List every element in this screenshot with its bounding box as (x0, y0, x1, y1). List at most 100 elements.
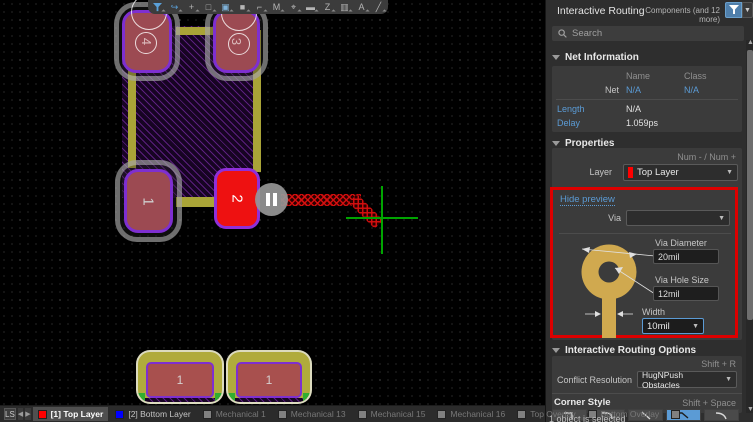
polygon-strip (142, 398, 222, 404)
component-pad-right[interactable]: 1 (226, 350, 312, 404)
room-icon[interactable]: ▥ (337, 1, 353, 14)
next-layer-button[interactable]: ▶ (25, 408, 30, 420)
pad-designator: 1 (266, 373, 273, 387)
filter-button[interactable] (725, 2, 742, 18)
column-header-name: Name (626, 71, 650, 81)
routing-pause-button[interactable] (255, 183, 288, 216)
collapse-icon (552, 141, 560, 146)
pad-designator: 2 (229, 194, 246, 202)
net-information-card: Name Class Net N/A N/A Length N/A Delay … (552, 66, 742, 132)
funnel-icon (729, 5, 739, 15)
conflict-resolution-label: Conflict Resolution (557, 375, 632, 385)
prev-layer-button[interactable]: ◀ (18, 408, 23, 420)
corner-style-arc-button[interactable] (704, 409, 739, 421)
scroll-up-icon[interactable]: ▲ (747, 39, 753, 46)
routing-options-header[interactable]: Interactive Routing Options (552, 345, 696, 356)
plane-icon[interactable]: ▬ (303, 1, 319, 14)
layer-color-swatch (628, 167, 633, 178)
trace-segment[interactable] (176, 197, 216, 207)
num-shortcut-hint: Num - / Num + (677, 152, 736, 162)
layer-value: Top Layer (637, 167, 679, 178)
tab-partial[interactable] (666, 407, 685, 421)
tab-mechanical-16[interactable]: Mechanical 16 (432, 407, 510, 421)
hide-preview-link[interactable]: Hide preview (560, 194, 615, 206)
trace-icon[interactable]: ⌐ (252, 1, 268, 14)
active-bar-toolbar: ↪ + □ ▣ ■ ⌐ M ⌖ ▬ Z ▥ A ╱ (148, 0, 388, 14)
net-name-value[interactable]: N/A (626, 85, 641, 95)
filter-dropdown-arrow[interactable]: ▼ (742, 2, 753, 18)
delay-label[interactable]: Delay (557, 118, 580, 128)
polygon-strip (232, 398, 310, 404)
scroll-down-icon[interactable]: ▼ (747, 406, 753, 413)
search-icon (558, 29, 567, 38)
net-label: Net (557, 85, 619, 95)
layer-sets-button[interactable]: LS (4, 408, 16, 420)
search-input[interactable] (572, 28, 722, 39)
pad-1-selected[interactable]: 1 (115, 160, 182, 242)
move-icon[interactable]: + (184, 1, 200, 14)
pcb-canvas[interactable]: 4 3 1 2 (0, 0, 545, 405)
pad-2[interactable]: 2 (214, 168, 260, 229)
conflict-resolution-value: HugNPush Obstacles (642, 370, 721, 390)
via-hole-size-input[interactable] (653, 286, 719, 301)
length-label[interactable]: Length (557, 104, 585, 114)
interactive-route-icon[interactable]: ↪ (167, 1, 183, 14)
line-icon[interactable]: ╱ (371, 1, 387, 14)
via-hole-size-label: Via Hole Size (655, 275, 709, 285)
pad-corner-mark (228, 393, 235, 402)
panel-scrollbar[interactable]: ▲ ▼ (746, 40, 753, 413)
width-dropdown[interactable]: 10mil ▼ (642, 318, 704, 334)
pad-designator: 1 (177, 373, 184, 387)
layer-dropdown[interactable]: Top Layer ▼ (623, 164, 738, 181)
conflict-resolution-dropdown[interactable]: HugNPush Obstacles ▼ (637, 371, 737, 388)
arc-marker (135, 32, 157, 54)
status-message: 1 object is selected (549, 414, 626, 422)
tab-mechanical-15[interactable]: Mechanical 15 (353, 407, 431, 421)
chevron-down-icon: ▼ (718, 215, 725, 222)
routing-trace[interactable] (281, 194, 361, 206)
via-dropdown[interactable]: ▼ (626, 210, 730, 226)
layer-tabs-bar: LS ◀ ▶ [1] Top Layer [2] Bottom Layer Me… (0, 405, 545, 422)
width-label: Width (642, 307, 665, 317)
tab-bottom-layer[interactable]: [2] Bottom Layer (110, 407, 195, 421)
corner-arc-icon (715, 410, 728, 420)
filter-icon[interactable] (150, 1, 166, 14)
width-value: 10mil (647, 321, 670, 332)
pad-corner-mark (138, 393, 145, 402)
layer-color-square (115, 410, 124, 419)
pause-icon (273, 193, 277, 206)
column-header-class: Class (684, 71, 707, 81)
layer-color-square (203, 410, 212, 419)
region-icon[interactable]: □ (201, 1, 217, 14)
layer-color-square (517, 410, 526, 419)
chevron-down-icon: ▼ (692, 323, 699, 330)
via-diameter-input[interactable] (653, 249, 719, 264)
tab-mechanical-1[interactable]: Mechanical 1 (198, 407, 271, 421)
pad-corner-mark (303, 393, 310, 402)
via-icon[interactable]: ⌖ (286, 1, 302, 14)
tab-top-layer[interactable]: [1] Top Layer (33, 407, 109, 421)
pause-icon (266, 193, 270, 206)
properties-card: Num - / Num + Layer Top Layer ▼ Hide pre… (552, 148, 742, 340)
snippet-icon[interactable]: Z (320, 1, 336, 14)
scrollbar-thumb[interactable] (747, 50, 753, 320)
via-preview-highlight-box: Hide preview Via ▼ (550, 187, 738, 338)
layer-color-square (671, 410, 680, 419)
cursor-crosshair-horizontal (346, 217, 418, 219)
conflict-shortcut-hint: Shift + R (701, 359, 736, 369)
routing-trace-diagonal[interactable] (349, 194, 384, 229)
scope-dropdown-label[interactable]: Components (and 12 more) (636, 6, 720, 24)
net-information-header[interactable]: Net Information (552, 52, 639, 63)
pcb-editor-window: 4 3 1 2 (0, 0, 753, 422)
tab-mechanical-13[interactable]: Mechanical 13 (273, 407, 351, 421)
text-icon[interactable]: A (354, 1, 370, 14)
panel-title: Interactive Routing (557, 5, 645, 17)
search-box (552, 26, 744, 41)
fill-icon[interactable]: ■ (235, 1, 251, 14)
net-class-value[interactable]: N/A (684, 85, 699, 95)
via-label: Via (595, 213, 621, 223)
routing-options-card: Shift + R Conflict Resolution HugNPush O… (552, 356, 742, 413)
component-pad-left[interactable]: 1 (136, 350, 224, 404)
dimension-icon[interactable]: M (269, 1, 285, 14)
pad-icon[interactable]: ▣ (218, 1, 234, 14)
